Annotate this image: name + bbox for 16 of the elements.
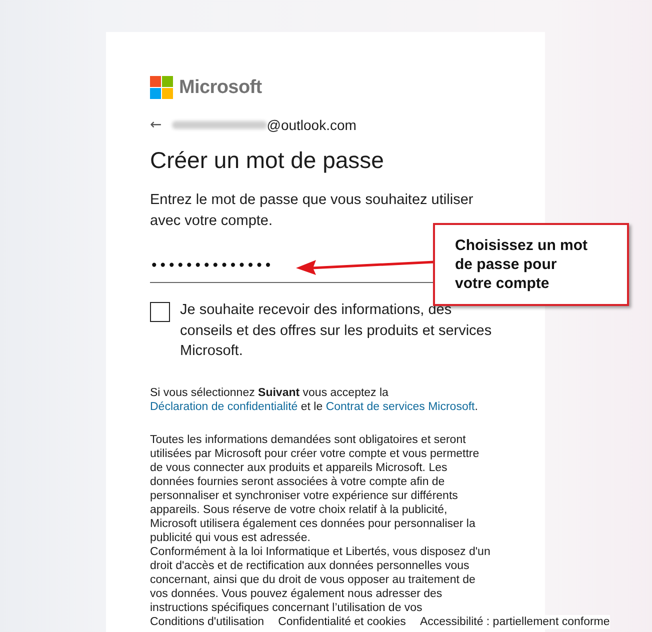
- password-field[interactable]: ••••••••••••••: [150, 258, 285, 274]
- annotation-callout: Choisissez un mot de passe pour votre compte: [433, 223, 629, 306]
- legal-paragraph: Conformément à la loi Informatique et Libertés, vous disposez d'un droit d'accès et de rectification aux données personnelles vous concernant, ainsi que du droit de vous opposer au traitement de vos données. Vous pouvez également nous adresser des instructions spécifiques concernant l’utilisation de vos: [150, 544, 492, 614]
- policy-link[interactable]: Contrat de services Microsoft: [326, 401, 475, 413]
- back-button[interactable]: ←: [150, 117, 162, 133]
- consent-text: Si vous sélectionnez Suivant vous acceptez la Déclaration de confidentialité et le Contrat de services Microsoft.: [150, 386, 479, 414]
- footer-link[interactable]: Conditions d'utilisation: [150, 616, 264, 628]
- policy-link[interactable]: Déclaration de confidentialité: [150, 401, 298, 413]
- footer-link[interactable]: Accessibilité : partiellement conforme: [420, 616, 610, 628]
- page-title: Créer un mot de passe: [150, 147, 385, 174]
- account-email: @outlook.com: [266, 117, 356, 133]
- microsoft-logo-icon: [150, 76, 173, 99]
- brand-name: Microsoft: [179, 76, 262, 98]
- footer-link[interactable]: Confidentialité et cookies: [278, 616, 406, 628]
- legal-paragraph: Toutes les informations demandées sont obligatoires et seront utilisées par Microsoft pour créer votre compte et vous permettre de vous connecter aux produits et appareils Microsoft. Les données fournies seront associées à votre compte afin de personnaliser et synchroniser votre expérience sur différents appareils. Sous réserve de votre choix relatif à la publicité, Microsoft utilisera également ces données pour personnaliser la publicité qui vous est adressée.: [150, 432, 480, 544]
- newsletter-checkbox[interactable]: [150, 302, 170, 322]
